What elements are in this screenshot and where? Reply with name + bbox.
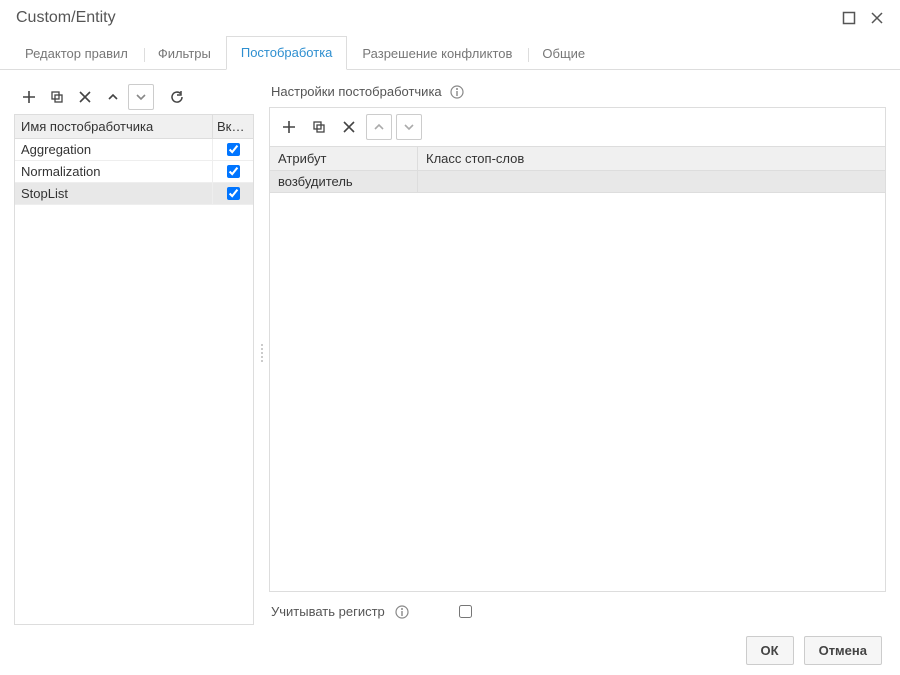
info-icon[interactable] — [450, 85, 464, 99]
refresh-button[interactable] — [164, 84, 190, 110]
table-row[interactable]: Aggregation — [15, 139, 253, 161]
row-name: Aggregation — [15, 139, 213, 161]
row-enabled-checkbox[interactable] — [227, 187, 240, 200]
tab-general[interactable]: Общие — [527, 37, 600, 70]
window-title: Custom/Entity — [16, 9, 116, 27]
row-name: StopList — [15, 183, 213, 205]
settings-title: Настройки постобработчика — [271, 84, 442, 99]
tab-bar: Редактор правил Фильтры Постобработка Ра… — [0, 36, 900, 70]
duplicate-button[interactable] — [44, 84, 70, 110]
add-button[interactable] — [16, 84, 42, 110]
table-row[interactable]: Normalization — [15, 161, 253, 183]
case-sensitive-label: Учитывать регистр — [271, 604, 385, 619]
tab-conflicts[interactable]: Разрешение конфликтов — [347, 37, 527, 70]
move-down-button[interactable] — [128, 84, 154, 110]
attr-cell-attribute: возбудитель — [270, 171, 418, 192]
tab-rules-editor[interactable]: Редактор правил — [10, 37, 143, 70]
table-row[interactable]: StopList — [15, 183, 253, 205]
move-up-button[interactable] — [100, 84, 126, 110]
splitter[interactable] — [258, 80, 265, 625]
case-sensitive-checkbox[interactable] — [459, 605, 472, 618]
postprocessors-table: Имя постобработчика Вкл… Aggregation Nor… — [14, 114, 254, 625]
left-toolbar — [14, 80, 254, 114]
attr-delete-button[interactable] — [336, 114, 362, 140]
attr-col-header-class[interactable]: Класс стоп-слов — [418, 147, 885, 170]
attr-move-up-button[interactable] — [366, 114, 392, 140]
cancel-button[interactable]: Отмена — [804, 636, 882, 665]
row-enabled-checkbox[interactable] — [227, 165, 240, 178]
col-header-name[interactable]: Имя постобработчика — [15, 115, 213, 139]
attr-cell-class — [418, 171, 885, 192]
row-enabled-checkbox[interactable] — [227, 143, 240, 156]
tab-filters[interactable]: Фильтры — [143, 37, 226, 70]
ok-button[interactable]: ОК — [746, 636, 794, 665]
close-icon[interactable] — [870, 11, 884, 25]
attr-add-button[interactable] — [276, 114, 302, 140]
row-name: Normalization — [15, 161, 213, 183]
col-header-enabled[interactable]: Вкл… — [213, 115, 253, 139]
info-icon[interactable] — [395, 605, 409, 619]
delete-button[interactable] — [72, 84, 98, 110]
attributes-table: Атрибут Класс стоп-слов возбудитель — [270, 146, 885, 591]
attr-col-header-attribute[interactable]: Атрибут — [270, 147, 418, 170]
right-toolbar — [270, 108, 885, 146]
attr-move-down-button[interactable] — [396, 114, 422, 140]
maximize-icon[interactable] — [842, 11, 856, 25]
tab-postprocessing[interactable]: Постобработка — [226, 36, 348, 70]
attr-duplicate-button[interactable] — [306, 114, 332, 140]
attr-row[interactable]: возбудитель — [270, 171, 885, 193]
